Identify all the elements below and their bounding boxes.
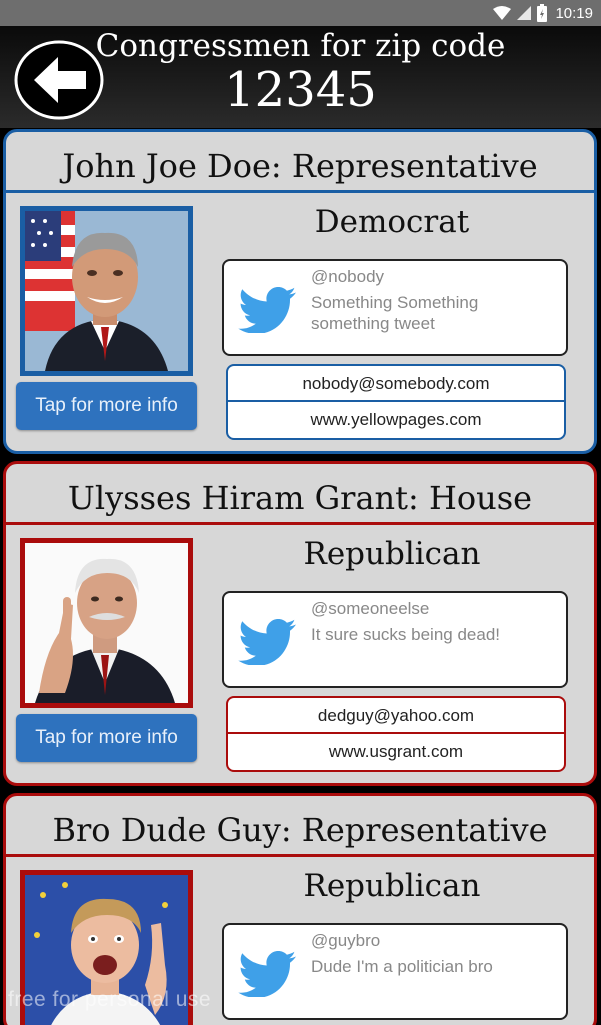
status-time: 10:19 [555,4,593,22]
party-label: Republican [303,536,481,572]
website-link[interactable]: www.yellowpages.com [228,402,564,438]
tweet-box[interactable]: @someoneelse It sure sucks being dead! [222,591,568,688]
tweet-handle: @someoneelse [311,599,430,618]
congressman-photo[interactable] [20,538,193,708]
party-label: Republican [303,868,481,904]
contact-box: dedguy@yahoo.com www.usgrant.com [226,696,566,772]
party-label: Democrat [314,204,470,240]
status-bar: 10:19 [0,0,601,26]
tweet-text: It sure sucks being dead! [311,625,501,644]
congressman-photo[interactable] [20,206,193,376]
zip-code: 12345 [224,62,377,118]
more-info-button[interactable]: Tap for more info [16,382,197,430]
app-header: Congressmen for zip code 12345 [0,26,601,128]
congressman-card: Ulysses Hiram Grant: House Tap for more … [3,461,597,786]
twitter-icon [238,951,296,997]
watermark: free for personal use [8,988,212,1011]
email-link[interactable]: nobody@somebody.com [228,366,564,402]
website-link[interactable]: www.usgrant.com [228,734,564,770]
tweet-text: Dude I'm a politician bro [311,957,493,976]
tweet-text: Something Something something tweet [311,293,479,333]
page-title: Congressmen for zip code [95,28,506,64]
more-info-button[interactable]: Tap for more info [16,714,197,762]
card-title: Bro Dude Guy: Representative [6,796,594,857]
contact-box: nobody@somebody.com www.yellowpages.com [226,364,566,440]
twitter-icon [238,619,296,665]
tweet-box[interactable]: @guybro Dude I'm a politician bro [222,923,568,1020]
card-title: Ulysses Hiram Grant: House [6,464,594,525]
congressman-card: John Joe Doe: Representative Tap for mor… [3,129,597,454]
tweet-handle: @nobody [311,267,385,286]
status-icons: 10:19 [493,3,593,23]
signal-icon [517,6,532,20]
email-link[interactable]: dedguy@yahoo.com [228,698,564,734]
card-title: John Joe Doe: Representative [6,132,594,193]
tweet-box[interactable]: @nobody Something Something something tw… [222,259,568,356]
twitter-icon [238,287,296,333]
battery-icon [537,4,548,22]
wifi-icon [493,6,512,20]
tweet-handle: @guybro [311,931,381,950]
